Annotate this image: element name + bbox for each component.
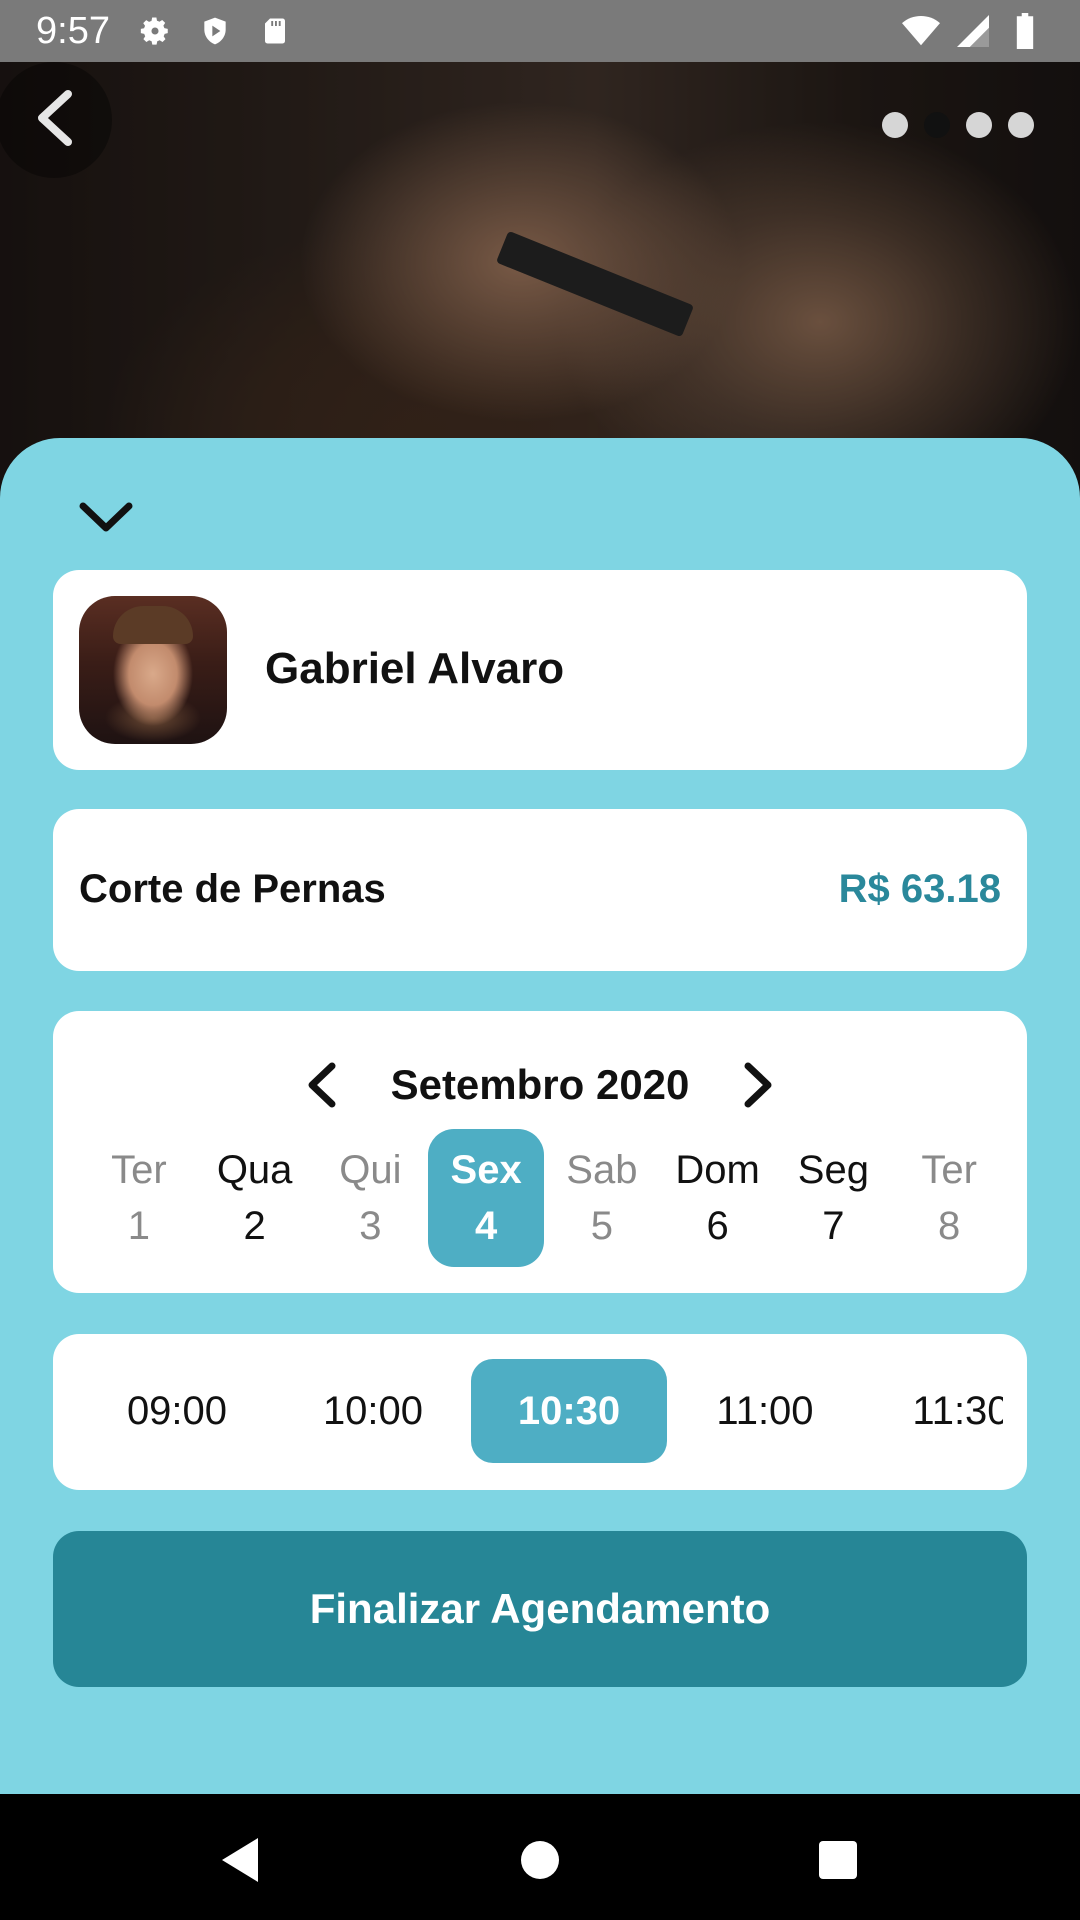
day-number: 8 — [938, 1204, 961, 1248]
square-recents-icon — [819, 1841, 857, 1879]
day-cell-selected[interactable]: Sex 4 — [428, 1129, 544, 1267]
nav-back-button[interactable] — [210, 1830, 270, 1890]
calendar-card: Setembro 2020 Ter 1 Qua 2 Qui 3 Sex 4 Sa… — [53, 1011, 1027, 1293]
day-number: 1 — [127, 1204, 150, 1248]
day-cell[interactable]: Seg 7 — [776, 1129, 892, 1267]
carousel-dot[interactable] — [882, 112, 908, 138]
navigation-bar — [0, 1794, 1080, 1920]
time-slot-selected[interactable]: 10:30 — [471, 1359, 667, 1463]
finish-booking-button[interactable]: Finalizar Agendamento — [53, 1531, 1027, 1687]
day-number: 5 — [590, 1204, 613, 1248]
day-weekday: Dom — [675, 1148, 760, 1192]
carousel-dot[interactable] — [966, 112, 992, 138]
time-slot[interactable]: 10:00 — [275, 1359, 471, 1463]
wifi-icon — [902, 12, 940, 50]
day-cell[interactable]: Dom 6 — [660, 1129, 776, 1267]
status-icons-right — [902, 12, 1044, 50]
chevron-right-icon — [744, 1062, 772, 1108]
sd-card-icon — [256, 12, 294, 50]
carousel-indicator — [882, 112, 1034, 138]
day-weekday: Sex — [450, 1148, 522, 1192]
status-icons-left — [136, 12, 294, 50]
day-weekday: Ter — [921, 1148, 977, 1192]
time-slot[interactable]: 11:30 — [863, 1359, 1003, 1463]
day-cell[interactable]: Ter 1 — [81, 1129, 197, 1267]
booking-sheet: Gabriel Alvaro Corte de Pernas R$ 63.18 … — [0, 438, 1080, 1794]
service-price: R$ 63.18 — [838, 867, 1001, 911]
day-number: 4 — [475, 1204, 498, 1248]
barber-name: Gabriel Alvaro — [265, 644, 565, 693]
triangle-back-icon — [222, 1838, 258, 1882]
day-weekday: Ter — [111, 1148, 167, 1192]
nav-recents-button[interactable] — [808, 1830, 868, 1890]
settings-icon — [136, 12, 174, 50]
chevron-left-icon — [32, 88, 76, 153]
day-number: 2 — [243, 1204, 266, 1248]
day-cell[interactable]: Qua 2 — [197, 1129, 313, 1267]
carousel-dot-active[interactable] — [924, 112, 950, 138]
day-weekday: Qui — [339, 1148, 402, 1192]
day-number: 7 — [822, 1204, 845, 1248]
signal-icon — [954, 12, 992, 50]
chevron-left-icon — [308, 1062, 336, 1108]
status-time: 9:57 — [36, 10, 110, 52]
day-cell[interactable]: Qui 3 — [313, 1129, 429, 1267]
day-cell[interactable]: Ter 8 — [891, 1129, 1007, 1267]
shield-icon — [196, 12, 234, 50]
time-slot[interactable]: 11:00 — [667, 1359, 863, 1463]
nav-home-button[interactable] — [510, 1830, 570, 1890]
circle-home-icon — [521, 1841, 559, 1879]
time-slot[interactable]: 09:00 — [79, 1359, 275, 1463]
day-weekday: Sab — [566, 1148, 638, 1192]
service-card: Corte de Pernas R$ 63.18 — [53, 809, 1027, 971]
status-bar: 9:57 — [0, 0, 1080, 62]
back-button[interactable] — [0, 62, 112, 178]
day-cell[interactable]: Sab 5 — [544, 1129, 660, 1267]
barber-card: Gabriel Alvaro — [53, 570, 1027, 770]
day-weekday: Seg — [797, 1148, 869, 1192]
day-number: 3 — [359, 1204, 382, 1248]
chevron-down-icon[interactable] — [78, 500, 134, 536]
calendar-header: Setembro 2020 — [53, 1055, 1027, 1115]
service-name: Corte de Pernas — [79, 867, 386, 911]
day-weekday: Qua — [216, 1148, 293, 1192]
avatar — [79, 596, 227, 744]
calendar-month: Setembro 2020 — [390, 1061, 690, 1108]
prev-month-button[interactable] — [291, 1055, 351, 1115]
time-slots-row[interactable]: 09:00 10:00 10:30 11:00 11:30 — [79, 1359, 1003, 1465]
next-month-button[interactable] — [729, 1055, 789, 1115]
carousel-dot[interactable] — [1008, 112, 1034, 138]
day-number: 6 — [706, 1204, 729, 1248]
time-slots-card: 09:00 10:00 10:30 11:00 11:30 — [53, 1334, 1027, 1490]
battery-icon — [1006, 12, 1044, 50]
days-row: Ter 1 Qua 2 Qui 3 Sex 4 Sab 5 Dom 6 Seg … — [81, 1129, 1007, 1271]
